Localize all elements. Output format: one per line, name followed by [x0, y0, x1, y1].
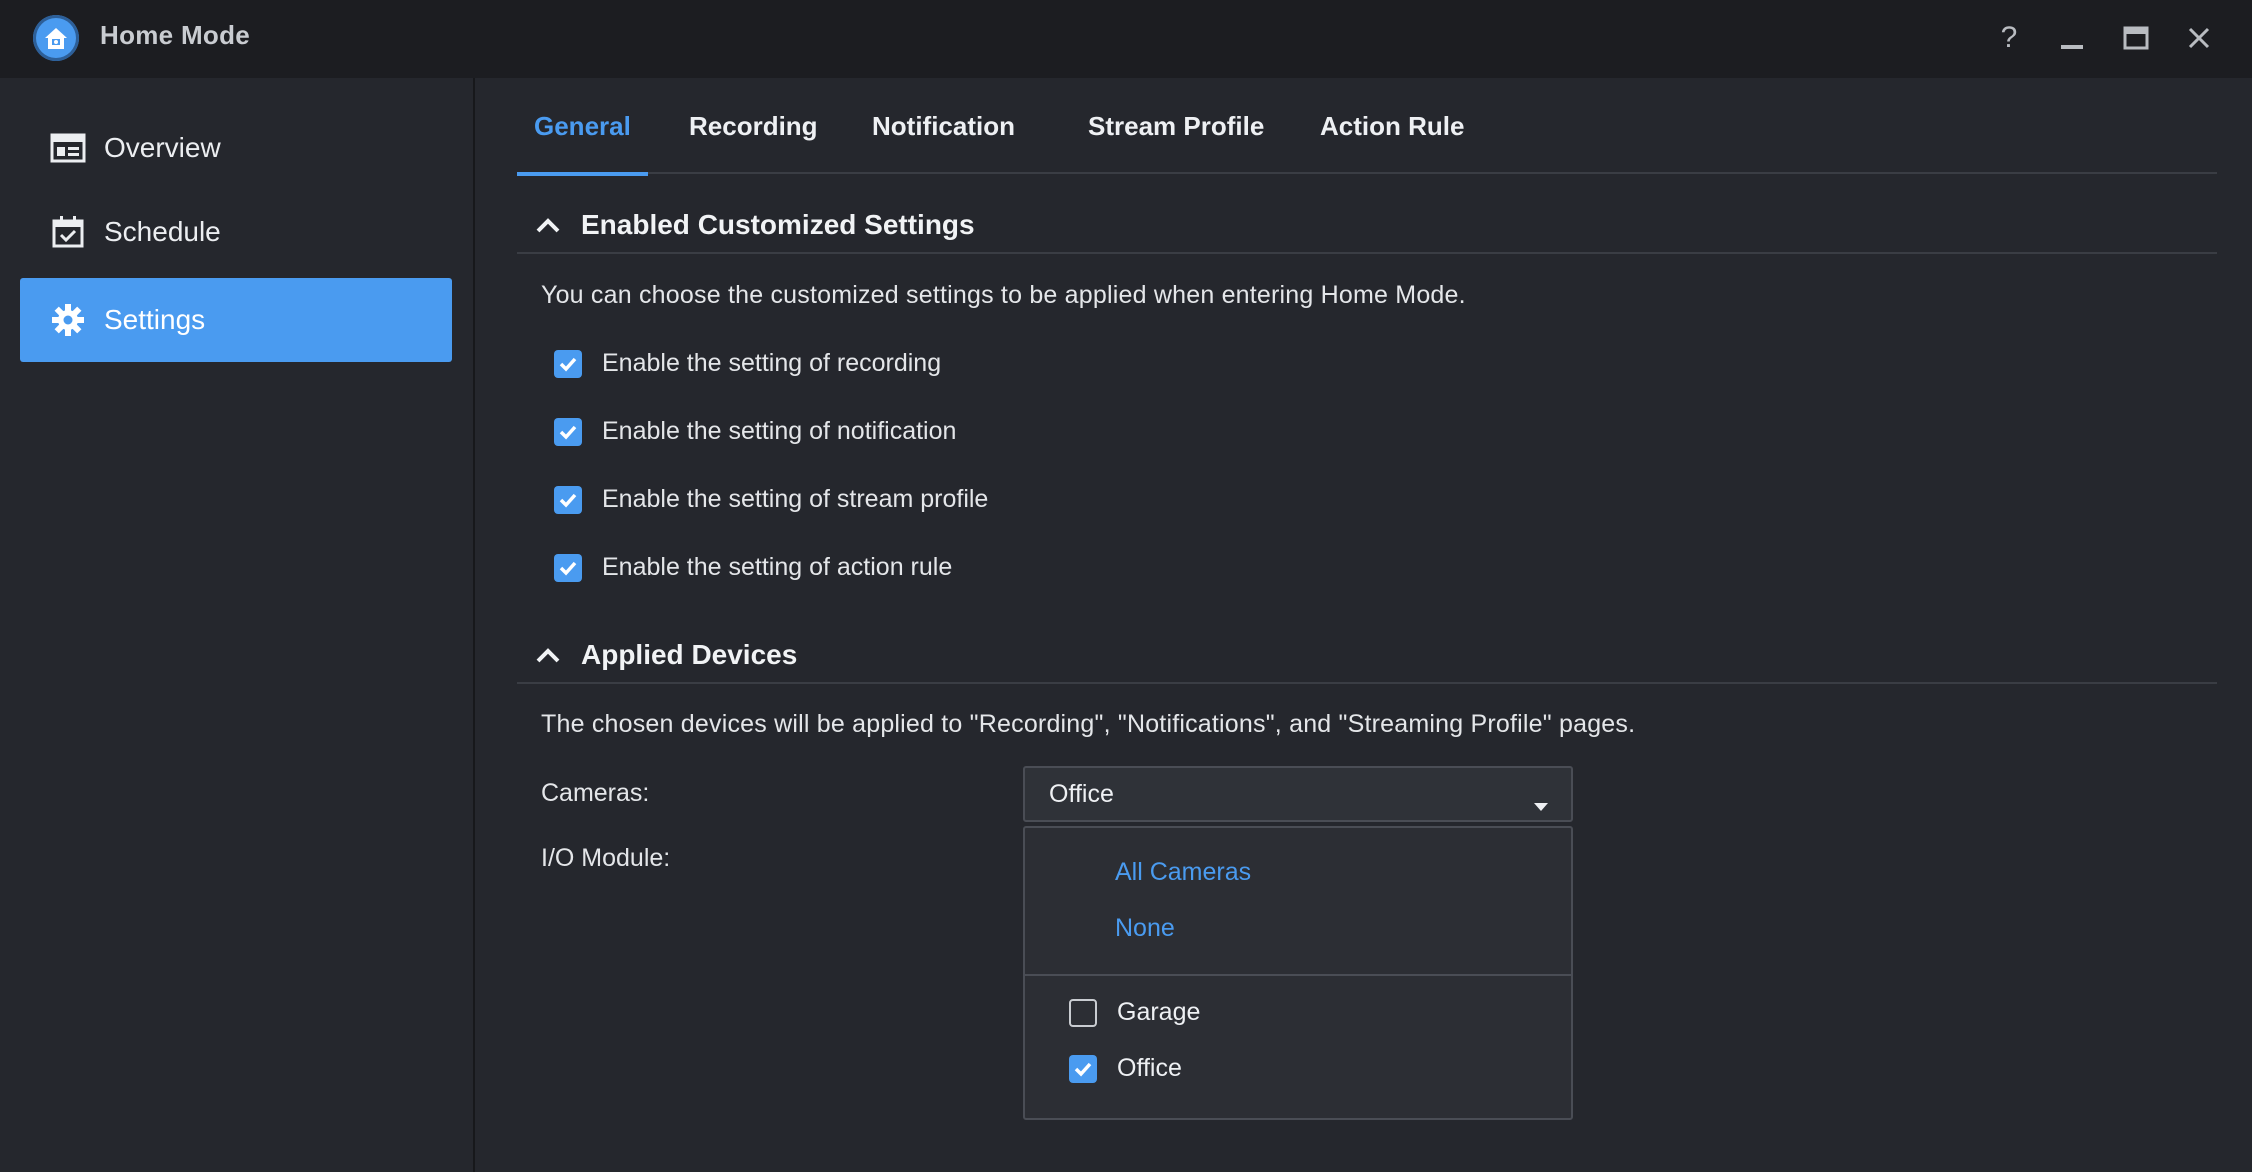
tab-label: Notification — [872, 110, 1015, 141]
camera-option-label: Office — [1117, 1054, 1182, 1082]
tab-label: Recording — [689, 110, 818, 141]
chevron-up-icon[interactable] — [533, 210, 563, 240]
chevron-up-icon[interactable] — [533, 640, 563, 670]
sidebar-item-schedule[interactable]: Schedule — [20, 190, 452, 274]
section-applied-devices[interactable]: Applied Devices — [517, 628, 2217, 684]
help-icon[interactable]: ? — [1989, 18, 2029, 58]
section-title: Applied Devices — [581, 639, 798, 670]
camera-option-garage[interactable]: Garage — [1069, 998, 1200, 1027]
cameras-label: Cameras: — [541, 779, 650, 807]
option-label: Enable the setting of stream profile — [602, 485, 989, 513]
option-recording[interactable]: Enable the setting of recording — [554, 349, 941, 378]
cameras-dropdown: All Cameras None Garage Office — [1023, 826, 1573, 1120]
home-mode-app-icon — [33, 15, 79, 61]
cameras-select[interactable]: Office — [1023, 766, 1573, 822]
option-action-rule[interactable]: Enable the setting of action rule — [554, 553, 952, 582]
checkbox-checked[interactable] — [554, 553, 582, 582]
tab-label: General — [534, 110, 631, 141]
section-title: Enabled Customized Settings — [581, 209, 975, 240]
maximize-icon[interactable] — [2116, 18, 2156, 58]
cameras-selected-value: Office — [1049, 779, 1114, 808]
tab-label: Action Rule — [1320, 110, 1465, 141]
help-glyph: ? — [2000, 21, 2018, 54]
gear-icon — [48, 300, 88, 340]
camera-option-office[interactable]: Office — [1069, 1054, 1182, 1083]
option-label: Enable the setting of notification — [602, 417, 957, 445]
tab-notification[interactable]: Notification — [855, 78, 1032, 174]
dropdown-divider — [1025, 974, 1571, 976]
option-label: Enable the setting of recording — [602, 349, 942, 377]
select-all-cameras-link[interactable]: All Cameras — [1115, 858, 1251, 887]
caret-down-icon — [1533, 790, 1549, 819]
close-icon[interactable] — [2179, 18, 2219, 58]
main-content: General Recording Notification Stream Pr… — [477, 78, 2252, 1172]
option-stream-profile[interactable]: Enable the setting of stream profile — [554, 485, 988, 514]
select-none-link[interactable]: None — [1115, 914, 1175, 943]
option-label: Enable the setting of action rule — [602, 553, 953, 581]
sidebar: Overview Schedule Settings — [0, 78, 475, 1172]
section-customized-settings[interactable]: Enabled Customized Settings — [517, 198, 2217, 254]
sidebar-item-label: Schedule — [104, 216, 221, 247]
checkbox-checked[interactable] — [1069, 1054, 1097, 1083]
checkbox-checked[interactable] — [554, 349, 582, 378]
camera-option-label: Garage — [1117, 998, 1201, 1026]
calendar-icon — [48, 212, 88, 252]
tab-stream-profile[interactable]: Stream Profile — [1071, 78, 1281, 174]
overview-icon — [48, 128, 88, 168]
checkbox-unchecked[interactable] — [1069, 998, 1097, 1027]
checkbox-checked[interactable] — [554, 417, 582, 446]
sidebar-item-overview[interactable]: Overview — [20, 106, 452, 190]
sidebar-item-label: Settings — [104, 304, 206, 335]
window-title: Home Mode — [100, 20, 251, 50]
tab-label: Stream Profile — [1088, 110, 1265, 141]
checkbox-checked[interactable] — [554, 485, 582, 514]
tab-bar: General Recording Notification Stream Pr… — [517, 78, 2217, 176]
tab-general[interactable]: General — [517, 78, 648, 176]
sidebar-item-settings[interactable]: Settings — [20, 278, 452, 362]
tab-recording[interactable]: Recording — [672, 78, 835, 174]
tab-action-rule[interactable]: Action Rule — [1303, 78, 1481, 174]
title-bar: Home Mode ? — [0, 0, 2252, 78]
option-notification[interactable]: Enable the setting of notification — [554, 417, 956, 446]
sidebar-item-label: Overview — [104, 132, 221, 163]
devices-description: The chosen devices will be applied to "R… — [541, 710, 1636, 738]
io-module-label: I/O Module: — [541, 844, 671, 872]
customized-description: You can choose the customized settings t… — [541, 281, 1466, 309]
minimize-icon[interactable] — [2052, 18, 2092, 58]
